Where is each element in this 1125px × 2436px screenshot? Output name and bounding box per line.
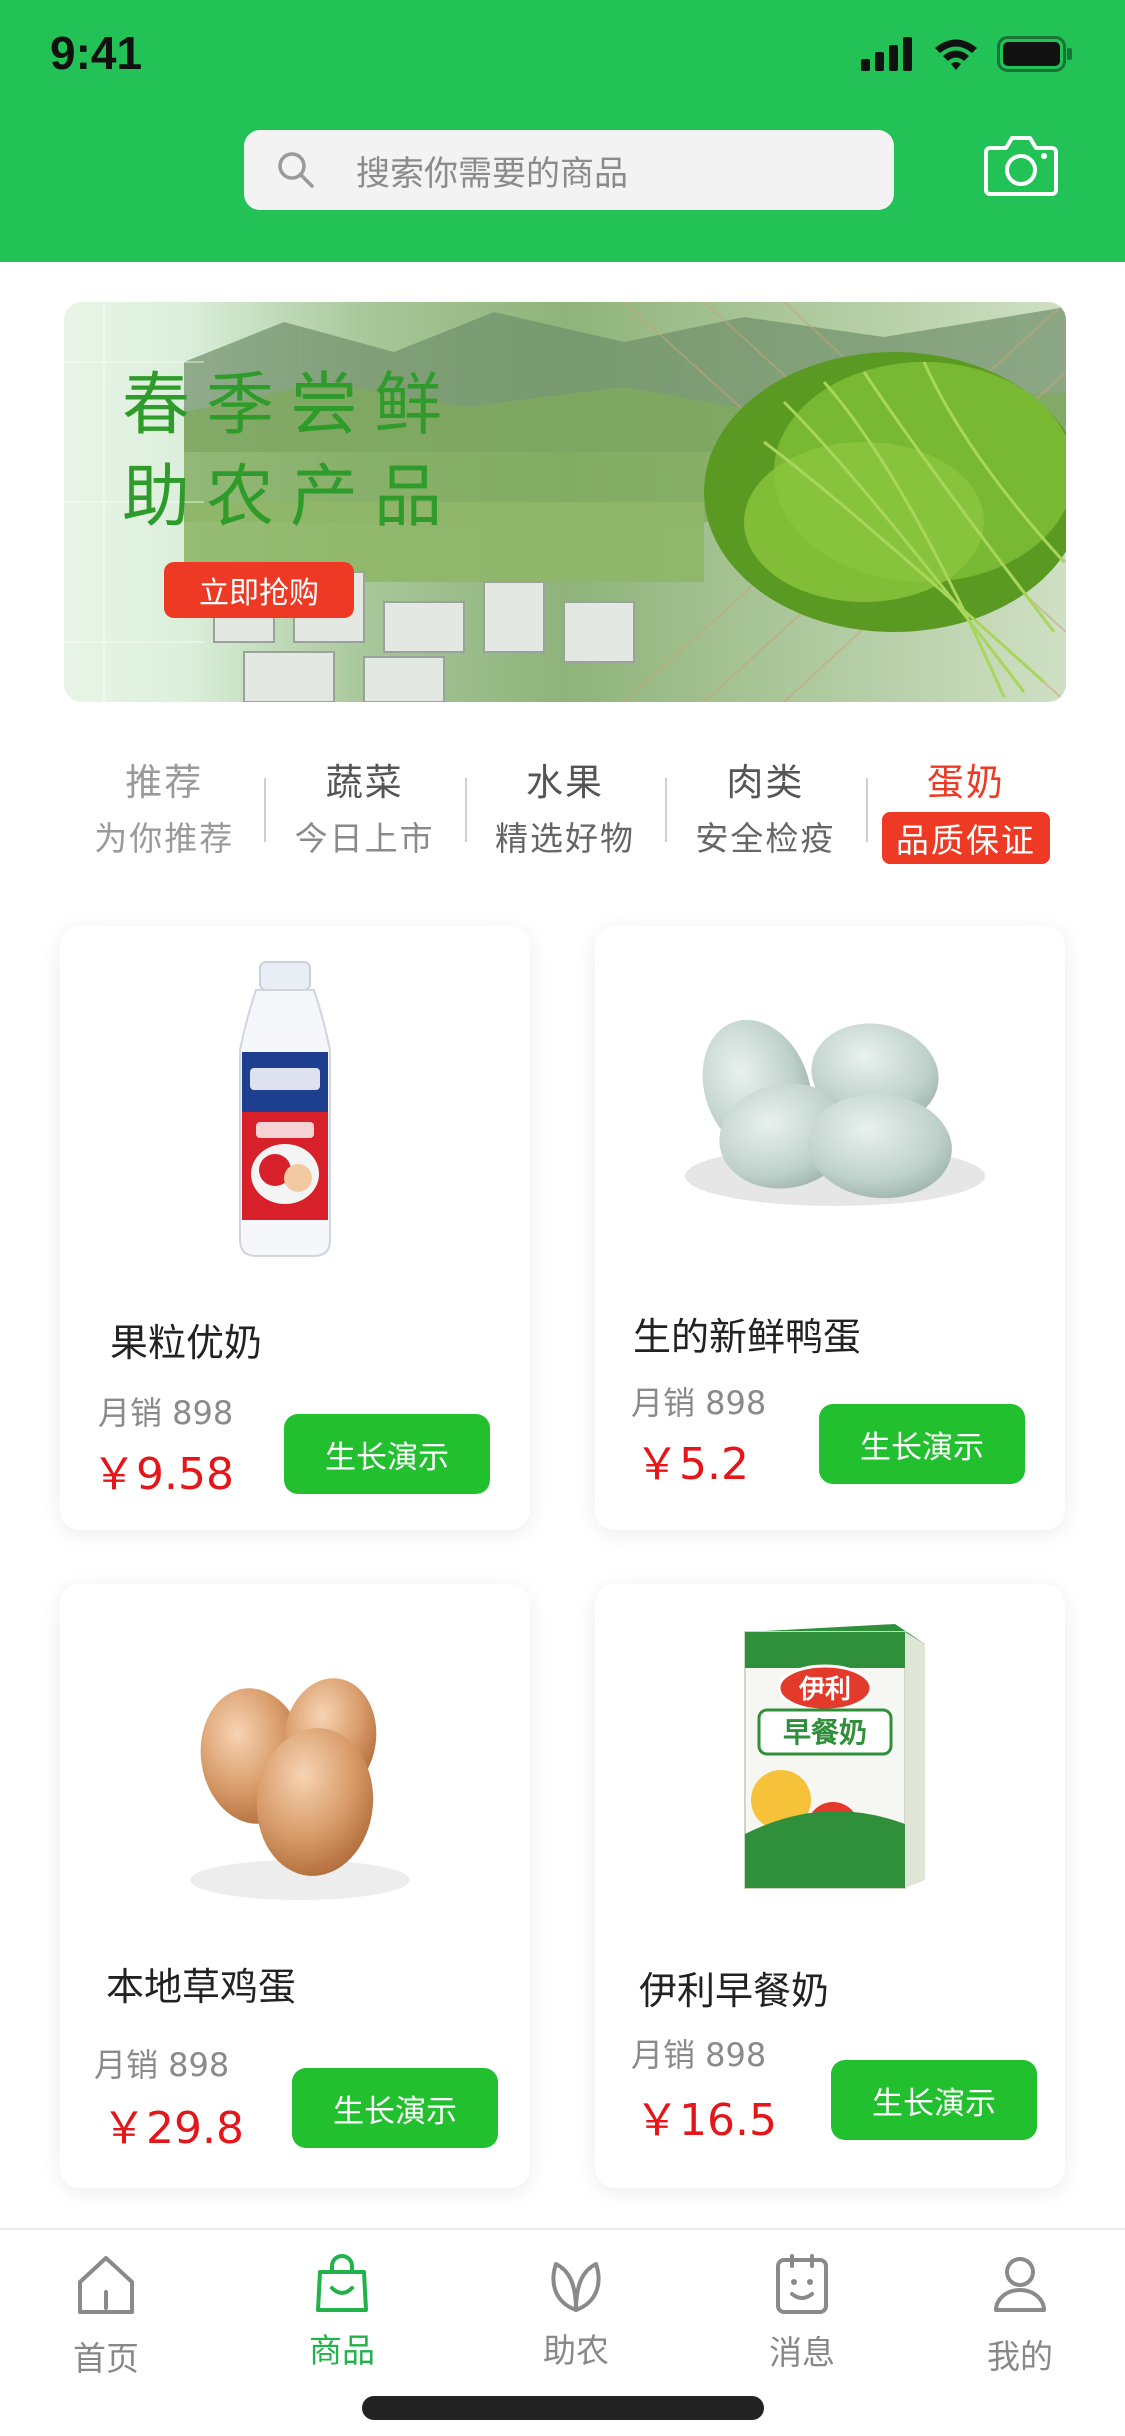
tabbar-label: 消息 bbox=[769, 2333, 835, 2372]
status-icons bbox=[861, 34, 1073, 74]
tabbar-label: 我的 bbox=[987, 2337, 1053, 2376]
tabbar-item-messages[interactable]: 消息 bbox=[722, 2252, 882, 2374]
banner-title-line1: 春季尝鲜 bbox=[122, 366, 459, 445]
product-price: ￥9.58 bbox=[92, 1449, 234, 1500]
milk-carton-image: 伊利 早餐奶 bbox=[744, 1624, 925, 1889]
tab-vegetables[interactable]: 蔬菜 今日上市 bbox=[264, 752, 464, 862]
tab-title: 肉类 bbox=[726, 761, 805, 804]
product-price: ￥29.8 bbox=[102, 2103, 244, 2154]
product-name: 生的新鲜鸭蛋 bbox=[633, 1315, 862, 1359]
tab-title: 推荐 bbox=[125, 761, 204, 804]
tab-subtitle: 安全检疫 bbox=[695, 819, 836, 858]
duck-eggs-image bbox=[685, 1019, 985, 1206]
growth-demo-button[interactable]: 生长演示 bbox=[284, 1414, 490, 1494]
product-name: 伊利早餐奶 bbox=[639, 1969, 830, 2013]
tab-title: 水果 bbox=[526, 761, 605, 804]
tabbar-item-products[interactable]: 商品 bbox=[262, 2252, 422, 2372]
chicken-eggs-image bbox=[190, 1678, 410, 1900]
monthly-sales: 月销 898 bbox=[98, 1394, 234, 1432]
wifi-icon bbox=[935, 39, 977, 70]
tab-subtitle: 品质保证 bbox=[881, 812, 1050, 864]
monthly-sales: 月销 898 bbox=[94, 2046, 230, 2084]
tabbar-label: 助农 bbox=[543, 2331, 609, 2370]
carton-brand-text: 伊利 bbox=[798, 1675, 851, 1705]
tab-subtitle: 为你推荐 bbox=[94, 819, 235, 858]
tab-meat[interactable]: 肉类 安全检疫 bbox=[665, 752, 865, 862]
banner-title: 春季尝鲜 助农产品 bbox=[122, 360, 458, 544]
product-card[interactable]: 本地草鸡蛋 月销 898 ￥29.8 生长演示 bbox=[60, 1584, 530, 2188]
message-icon bbox=[776, 2254, 828, 2314]
shopping-bag-icon bbox=[316, 2254, 368, 2312]
promo-banner[interactable]: 春季尝鲜 助农产品 立即抢购 bbox=[64, 302, 1066, 702]
header: 9:41 搜索你需要的商品 bbox=[0, 0, 1125, 262]
category-tabs: 推荐 为你推荐 蔬菜 今日上市 水果 精选好物 肉类 安全检疫 蛋奶 品质保证 bbox=[64, 752, 1066, 864]
tabbar-label: 首页 bbox=[73, 2339, 139, 2378]
search-input[interactable]: 搜索你需要的商品 bbox=[244, 130, 894, 210]
tab-fruits[interactable]: 水果 精选好物 bbox=[464, 752, 665, 862]
camera-icon[interactable] bbox=[984, 132, 1058, 198]
growth-demo-button[interactable]: 生长演示 bbox=[831, 2060, 1037, 2140]
tabbar-label: 商品 bbox=[309, 2331, 375, 2370]
product-card[interactable]: 伊利 早餐奶 伊利早餐奶 月销 898 ￥16.5 生长演示 bbox=[595, 1584, 1065, 2188]
search-icon bbox=[278, 152, 314, 188]
tab-recommend[interactable]: 推荐 为你推荐 bbox=[64, 752, 264, 862]
battery-icon bbox=[997, 36, 1072, 72]
tab-title: 蔬菜 bbox=[325, 761, 404, 804]
product-name: 本地草鸡蛋 bbox=[106, 1965, 297, 2009]
buy-now-button[interactable]: 立即抢购 bbox=[164, 562, 354, 618]
home-indicator[interactable] bbox=[362, 2396, 764, 2420]
growth-demo-button[interactable]: 生长演示 bbox=[292, 2068, 498, 2148]
banner-title-line2: 助农产品 bbox=[122, 458, 459, 537]
tabbar-item-farm-aid[interactable]: 助农 bbox=[496, 2252, 656, 2372]
tabbar-item-profile[interactable]: 我的 bbox=[940, 2252, 1100, 2378]
product-card[interactable]: 果粒优奶 月销 898 ￥9.58 生长演示 bbox=[60, 926, 530, 1530]
tab-title: 蛋奶 bbox=[926, 761, 1005, 804]
profile-icon bbox=[994, 2257, 1046, 2312]
product-price: ￥16.5 bbox=[635, 2095, 777, 2146]
product-card[interactable]: 生的新鲜鸭蛋 月销 898 ￥5.2 生长演示 bbox=[595, 926, 1065, 1530]
status-time: 9:41 bbox=[50, 27, 143, 79]
yogurt-bottle-image bbox=[239, 961, 331, 1257]
tab-eggs-dairy[interactable]: 蛋奶 品质保证 bbox=[865, 752, 1066, 864]
home-icon bbox=[78, 2256, 134, 2314]
tab-subtitle: 精选好物 bbox=[495, 819, 636, 858]
tab-subtitle: 今日上市 bbox=[294, 819, 435, 858]
product-name: 果粒优奶 bbox=[110, 1321, 263, 1365]
cellular-signal-icon bbox=[861, 37, 912, 71]
monthly-sales: 月销 898 bbox=[631, 1384, 767, 1422]
leaf-icon bbox=[551, 2262, 601, 2312]
growth-demo-button[interactable]: 生长演示 bbox=[819, 1404, 1025, 1484]
carton-product-text: 早餐奶 bbox=[783, 1716, 867, 1749]
monthly-sales: 月销 898 bbox=[631, 2036, 767, 2074]
search-placeholder: 搜索你需要的商品 bbox=[356, 153, 628, 194]
product-price: ￥5.2 bbox=[635, 1439, 749, 1490]
tabbar-item-home[interactable]: 首页 bbox=[26, 2252, 186, 2380]
